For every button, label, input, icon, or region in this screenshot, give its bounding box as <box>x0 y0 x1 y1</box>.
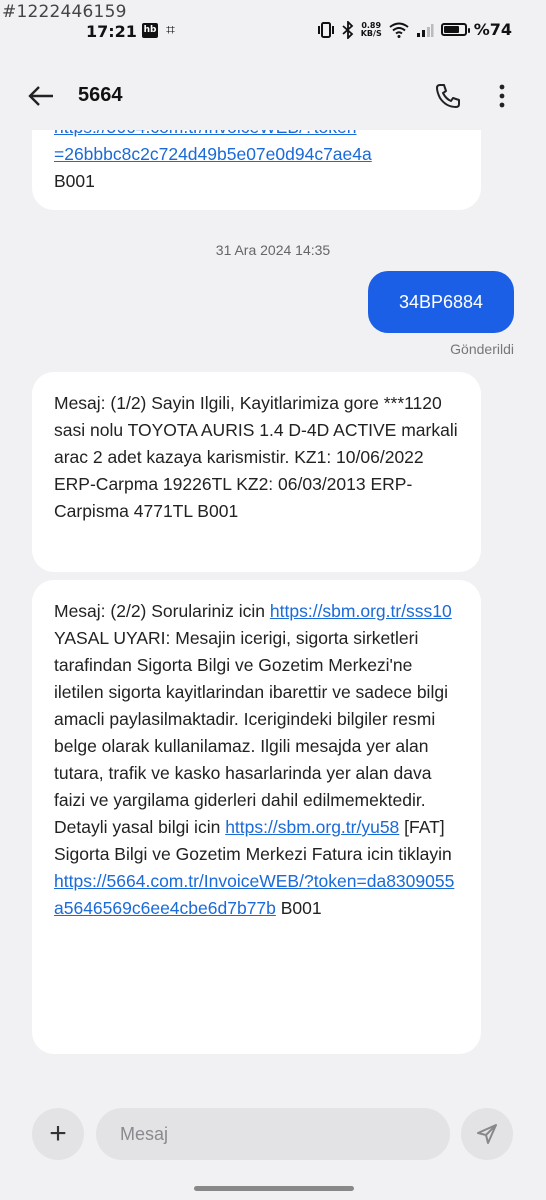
message-text: B001 <box>275 898 322 918</box>
message-thread[interactable]: https://5664.com.tr/InvoiceWEB/?token =2… <box>0 0 546 1200</box>
message-link-sss10[interactable]: https://sbm.org.tr/sss10 <box>270 601 452 621</box>
more-vertical-icon[interactable] <box>490 82 514 110</box>
message-text: Mesaj: (1/2) Sayin Ilgili, Kayitlarimiza… <box>54 393 458 521</box>
home-indicator[interactable] <box>194 1186 354 1191</box>
phone-icon[interactable] <box>434 82 462 110</box>
sent-status: Gönderildi <box>450 341 514 357</box>
conversation-title: 5664 <box>78 84 123 106</box>
date-separator: 31 Ara 2024 14:35 <box>215 242 331 258</box>
send-icon <box>477 1124 497 1144</box>
app-bar: 5664 <box>0 62 546 130</box>
message-link[interactable]: =26bbbc8c2c724d49b5e07e0d94c7ae4a <box>54 144 372 164</box>
message-text: B001 <box>54 171 95 191</box>
watermark: #1222446159 <box>2 2 127 22</box>
plus-icon[interactable]: + <box>32 1108 84 1160</box>
send-button[interactable] <box>461 1108 513 1160</box>
message-link-invoice[interactable]: https://5664.com.tr/InvoiceWEB/?token=da… <box>54 871 454 918</box>
message-link-yu58[interactable]: https://sbm.org.tr/yu58 <box>225 817 399 837</box>
message-bubble-2: Mesaj: (2/2) Sorulariniz icin https://sb… <box>32 580 481 1054</box>
composer-bar: + <box>0 1090 546 1200</box>
message-text: Mesaj: (2/2) Sorulariniz icin <box>54 601 270 621</box>
sent-message-bubble[interactable]: 34BP6884 <box>368 271 514 333</box>
back-arrow-icon[interactable] <box>26 82 56 110</box>
message-input[interactable] <box>96 1108 450 1160</box>
message-bubble-1: Mesaj: (1/2) Sayin Ilgili, Kayitlarimiza… <box>32 372 481 572</box>
message-text: YASAL UYARI: Mesajin icerigi, sigorta si… <box>54 628 448 837</box>
